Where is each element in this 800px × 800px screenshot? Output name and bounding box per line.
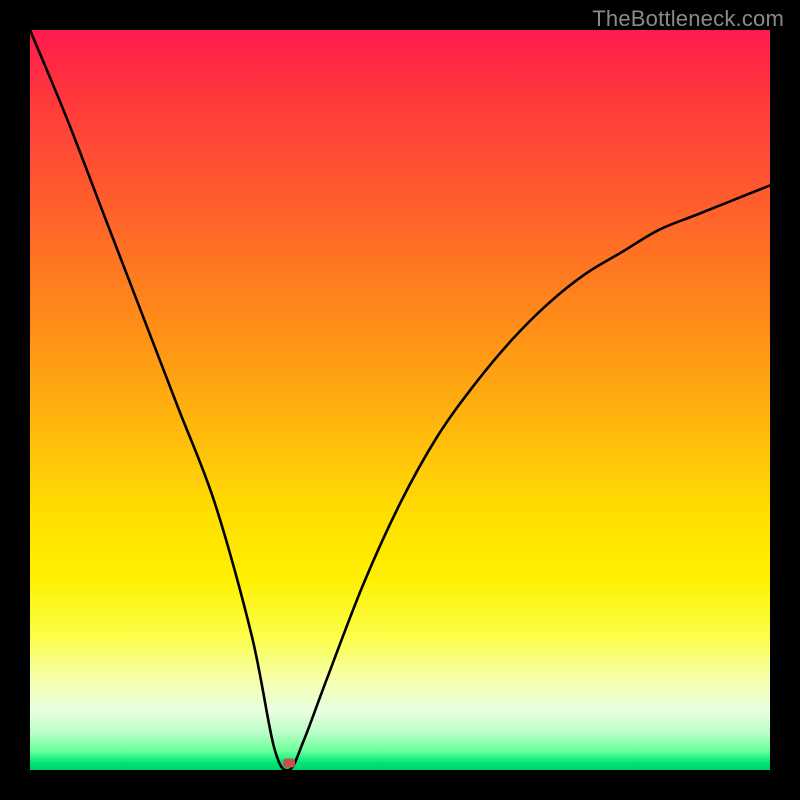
optimal-marker <box>283 758 295 767</box>
curve-svg <box>30 30 770 770</box>
watermark-text: TheBottleneck.com <box>592 6 784 32</box>
plot-area <box>30 30 770 770</box>
chart-frame: TheBottleneck.com <box>0 0 800 800</box>
bottleneck-curve <box>30 30 770 770</box>
